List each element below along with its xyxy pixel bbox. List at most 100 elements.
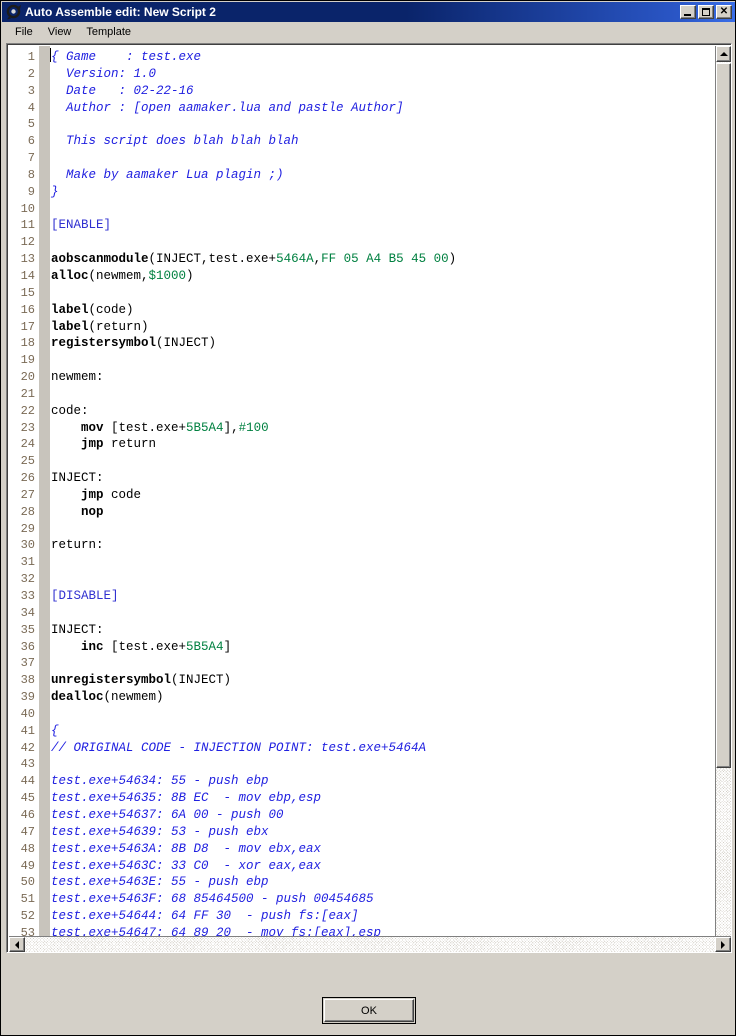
line-source: INJECT: xyxy=(51,471,104,486)
line-number: 28 xyxy=(20,504,35,519)
line-source: aobscanmodule(INJECT,test.exe+5464A,FF 0… xyxy=(51,252,457,267)
code-line: 32 xyxy=(9,571,714,588)
line-source: Author : [open aamaker.lua and pastle Au… xyxy=(51,100,404,115)
scroll-up-button[interactable] xyxy=(716,46,731,62)
line-number: 35 xyxy=(20,622,35,637)
code-line: 3 Date : 02-22-16 xyxy=(9,83,714,100)
line-source: Version: 1.0 xyxy=(51,66,157,81)
line-number: 25 xyxy=(20,454,35,469)
line-number: 37 xyxy=(20,656,35,671)
scroll-right-button[interactable] xyxy=(715,937,731,952)
line-number: 5 xyxy=(27,117,35,132)
line-number: 31 xyxy=(20,555,35,570)
code-line: 7 xyxy=(9,150,714,167)
code-line: 12 xyxy=(9,234,714,251)
line-number: 53 xyxy=(20,925,35,936)
line-number: 32 xyxy=(20,572,35,587)
code-line: 13 aobscanmodule(INJECT,test.exe+5464A,FF… xyxy=(9,251,714,268)
code-line: 31 xyxy=(9,554,714,571)
code-line: 22 code: xyxy=(9,403,714,420)
line-source: code: xyxy=(51,403,89,418)
script-editor[interactable]: 1{ Game : test.exe 2 Version: 1.0 3 Date :… xyxy=(6,43,732,953)
line-source: [DISABLE] xyxy=(51,589,119,603)
ok-button[interactable]: OK xyxy=(324,999,414,1022)
code-line: 17 label(return) xyxy=(9,319,714,336)
line-number: 43 xyxy=(20,757,35,772)
text-caret xyxy=(50,48,51,62)
line-number: 19 xyxy=(20,353,35,368)
code-line: 53 test.exe+54647: 64 89 20 - mov fs:[eax… xyxy=(9,925,714,936)
code-line: 36 inc [test.exe+5B5A4] xyxy=(9,639,714,656)
ok-button-default-frame: OK xyxy=(322,997,416,1024)
line-number: 6 xyxy=(27,134,35,149)
code-area[interactable]: 1{ Game : test.exe 2 Version: 1.0 3 Date :… xyxy=(9,46,714,936)
line-source: test.exe+54634: 55 - push ebp xyxy=(51,774,269,789)
code-line: 33 [DISABLE] xyxy=(9,588,714,605)
line-number: 8 xyxy=(27,167,35,182)
line-number: 10 xyxy=(20,201,35,216)
line-number: 29 xyxy=(20,521,35,536)
code-line: 39 dealloc(newmem) xyxy=(9,689,714,706)
line-source: label(return) xyxy=(51,319,149,334)
code-line: 34 xyxy=(9,605,714,622)
code-line: 26 INJECT: xyxy=(9,470,714,487)
line-source: label(code) xyxy=(51,302,134,317)
code-line: 37 xyxy=(9,655,714,672)
menu-bar: File View Template xyxy=(2,22,735,42)
line-number: 11 xyxy=(20,218,35,233)
line-source: jmp return xyxy=(81,437,157,452)
line-source: Make by aamaker Lua plagin ;) xyxy=(51,167,284,182)
line-source: [ENABLE] xyxy=(51,218,112,233)
line-source: jmp code xyxy=(81,487,142,502)
title-bar[interactable]: Auto Assemble edit: New Script 2 ✕ xyxy=(2,2,735,22)
menu-item-view[interactable]: View xyxy=(41,24,80,40)
menu-item-file[interactable]: File xyxy=(8,24,41,40)
line-source: test.exe+5463A: 8B D8 - mov ebx,eax xyxy=(51,841,322,856)
minimize-button[interactable] xyxy=(680,5,696,19)
menu-item-template[interactable]: Template xyxy=(79,24,139,40)
line-source: // ORIGINAL CODE - INJECTION POINT: test… xyxy=(51,740,427,755)
code-line: 42 // ORIGINAL CODE - INJECTION POINT: te… xyxy=(9,740,714,757)
code-line: 4 Author : [open aamaker.lua and pastle … xyxy=(9,100,714,117)
horizontal-scroll-track[interactable] xyxy=(25,937,715,952)
auto-assemble-window: Auto Assemble edit: New Script 2 ✕ File … xyxy=(0,0,736,1036)
maximize-icon xyxy=(702,8,710,16)
code-line: 19 xyxy=(9,352,714,369)
scroll-left-arrow-icon xyxy=(15,940,19,949)
code-line: 43 xyxy=(9,756,714,773)
line-source: alloc(newmem,$1000) xyxy=(51,268,194,283)
line-number: 24 xyxy=(20,437,35,452)
code-line: 6 This script does blah blah blah xyxy=(9,133,714,150)
code-line: 8 Make by aamaker Lua plagin ;) xyxy=(9,167,714,184)
horizontal-scrollbar[interactable] xyxy=(9,936,731,952)
code-line: 28 nop xyxy=(9,504,714,521)
line-source: test.exe+5463E: 55 - push ebp xyxy=(51,875,269,890)
close-icon: ✕ xyxy=(719,6,729,17)
code-line: 5 xyxy=(9,116,714,133)
line-number: 40 xyxy=(20,706,35,721)
code-line: 15 xyxy=(9,285,714,302)
line-number: 34 xyxy=(20,605,35,620)
line-number: 22 xyxy=(20,403,35,418)
code-line: 1 { Game : test.exe xyxy=(9,49,714,66)
code-line: 25 xyxy=(9,453,714,470)
code-line: 16 label(code) xyxy=(9,302,714,319)
line-number: 45 xyxy=(20,791,35,806)
scroll-right-arrow-icon xyxy=(721,940,725,949)
scroll-left-button[interactable] xyxy=(9,937,25,952)
code-line: 46 test.exe+54637: 6A 00 - push 00 xyxy=(9,807,714,824)
maximize-button[interactable] xyxy=(698,5,714,19)
editor-inner: 1{ Game : test.exe 2 Version: 1.0 3 Date :… xyxy=(9,46,731,952)
line-number: 41 xyxy=(20,723,35,738)
close-button[interactable]: ✕ xyxy=(716,5,732,19)
code-line: 14 alloc(newmem,$1000) xyxy=(9,268,714,285)
line-number: 23 xyxy=(20,420,35,435)
line-number: 17 xyxy=(20,319,35,334)
line-source: unregistersymbol(INJECT) xyxy=(51,673,232,688)
vertical-scrollbar[interactable] xyxy=(715,46,731,952)
line-source: INJECT: xyxy=(51,622,104,637)
code-line: 11 [ENABLE] xyxy=(9,217,714,234)
line-number: 52 xyxy=(20,909,35,924)
code-line: 52 test.exe+54644: 64 FF 30 - push fs:[ea… xyxy=(9,908,714,925)
vertical-scroll-thumb[interactable] xyxy=(716,63,731,768)
